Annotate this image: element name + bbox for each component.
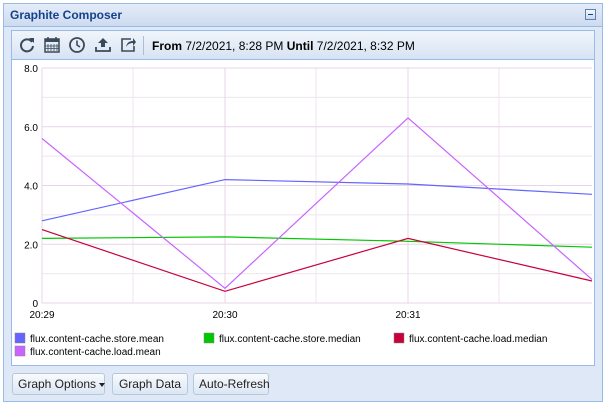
graphite-composer-window: Graphite Composer From 7/2/2021, 8:28 PM… [3,3,603,402]
graph-chart: 0 2.0 4.0 6.0 8.0 20:29 20:30 20:31 flux.content… [14,64,593,358]
legend-swatch [393,332,405,344]
from-value[interactable]: 7/2/2021, 8:28 PM [185,39,283,53]
legend-swatch [14,332,26,344]
auto-refresh-button[interactable]: Auto-Refresh [193,373,270,395]
composer-footer: Graph Options Graph Data Auto-Refresh [4,366,602,401]
y-tick-label: 8.0 [24,64,38,75]
series-line [41,117,593,290]
x-tick-label: 20:30 [212,310,237,321]
graph-area: 0 2.0 4.0 6.0 8.0 20:29 20:30 20:31 flux.content… [12,60,594,365]
graph-options-button[interactable]: Graph Options [12,373,106,395]
legend-label: flux.content-cache.store.mean [30,334,164,345]
composer-panel: From 7/2/2021, 8:28 PM Until 7/2/2021, 8… [11,30,595,366]
y-tick-label: 4.0 [24,182,38,193]
composer-toolbar: From 7/2/2021, 8:28 PM Until 7/2/2021, 8… [12,31,594,60]
legend-label: flux.content-cache.store.median [219,334,361,345]
calendar-icon[interactable] [43,36,61,54]
legend-label: flux.content-cache.load.mean [30,347,161,358]
legend-label: flux.content-cache.load.median [409,334,547,345]
y-tick-label: 2.0 [24,240,38,251]
toolbar-separator [143,36,144,55]
collapse-icon[interactable] [585,9,596,20]
from-label: From [152,39,182,53]
clock-icon[interactable] [68,36,86,54]
x-tick-label: 20:29 [29,310,54,321]
refresh-icon[interactable] [18,36,36,54]
x-tick-label: 20:31 [395,310,420,321]
share-icon[interactable] [119,36,137,54]
graph-data-button[interactable]: Graph Data [112,373,188,395]
time-range: From 7/2/2021, 8:28 PM Until 7/2/2021, 8… [152,39,415,53]
legend-swatch [203,332,215,344]
legend-swatch [14,345,26,357]
upload-icon[interactable] [94,36,112,54]
until-value[interactable]: 7/2/2021, 8:32 PM [317,39,415,53]
window-title: Graphite Composer [10,8,123,22]
series-line [41,236,593,248]
dropdown-arrow-icon [99,382,106,387]
graph-options-label: Graph Options [18,377,97,391]
until-label: Until [286,39,314,53]
window-titlebar: Graphite Composer [4,4,602,27]
y-tick-label: 0 [32,299,38,310]
y-tick-label: 6.0 [24,123,38,134]
